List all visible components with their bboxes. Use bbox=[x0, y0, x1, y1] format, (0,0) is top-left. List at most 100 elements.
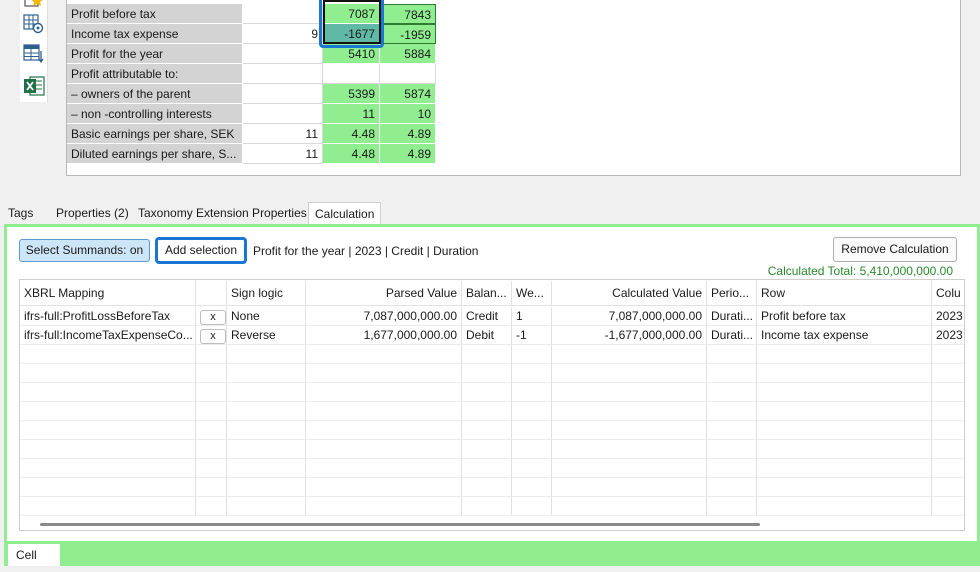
value-2023[interactable]: 11 bbox=[323, 104, 380, 124]
value-2023[interactable]: 4.48 bbox=[323, 124, 380, 144]
empty-cell bbox=[512, 440, 552, 459]
empty-cell bbox=[306, 345, 462, 364]
empty-cell bbox=[306, 421, 462, 440]
empty-cell bbox=[757, 459, 932, 478]
row-note[interactable]: 11 bbox=[243, 124, 323, 144]
value-2022[interactable]: 10 bbox=[380, 104, 436, 124]
value-2022[interactable] bbox=[380, 64, 436, 84]
value-2023[interactable]: 5410 bbox=[323, 44, 380, 64]
period-cell[interactable]: Durati... bbox=[707, 326, 757, 345]
column-header[interactable]: Sign logic bbox=[227, 281, 306, 306]
excel-icon[interactable] bbox=[23, 75, 45, 97]
value-2023[interactable]: 7087 bbox=[323, 4, 380, 24]
tab-properties[interactable]: Properties (2) bbox=[50, 202, 135, 226]
empty-cell bbox=[462, 345, 512, 364]
value-2023[interactable]: -1677 bbox=[323, 24, 380, 44]
table-sort-icon[interactable] bbox=[23, 43, 45, 65]
sheet-row[interactable]: Profit before tax 7087 7843 bbox=[67, 4, 437, 24]
remove-row-button[interactable]: x bbox=[200, 329, 226, 344]
value-2022[interactable]: 5874 bbox=[380, 84, 436, 104]
sheet-row[interactable]: Profit for the year 5410 5884 bbox=[67, 44, 437, 64]
column-header[interactable]: XBRL Mapping bbox=[20, 281, 196, 306]
row-note[interactable] bbox=[243, 44, 323, 64]
sheet-row[interactable]: Basic earnings per share, SEK 11 4.48 4.… bbox=[67, 124, 437, 144]
parsed-value-cell[interactable]: 1,677,000,000.00 bbox=[306, 326, 462, 345]
sign-logic-cell[interactable]: Reverse bbox=[227, 326, 306, 345]
column-header[interactable]: Balan... bbox=[462, 281, 512, 306]
sheet-row[interactable]: Diluted earnings per share, S... 11 4.48… bbox=[67, 144, 437, 164]
calculated-value-cell[interactable]: -1,677,000,000.00 bbox=[552, 326, 707, 345]
remove-row-button[interactable]: x bbox=[200, 310, 226, 325]
xbrl-mapping-cell[interactable]: ifrs-full:ProfitLossBeforeTax bbox=[20, 307, 196, 326]
empty-cell bbox=[196, 459, 227, 478]
calculation-description: Profit for the year | 2023 | Credit | Du… bbox=[253, 244, 479, 258]
horizontal-scrollbar[interactable] bbox=[40, 523, 760, 526]
table-settings-icon[interactable] bbox=[23, 13, 45, 35]
column-header[interactable]: Parsed Value bbox=[306, 281, 462, 306]
value-2022[interactable]: 5884 bbox=[380, 44, 436, 64]
empty-cell bbox=[462, 440, 512, 459]
tab-calculation[interactable]: Calculation bbox=[308, 202, 382, 226]
row-cell[interactable]: Income tax expense bbox=[757, 326, 932, 345]
row-cell[interactable]: Profit before tax bbox=[757, 307, 932, 326]
sheet-area: Profit before tax 7087 7843 Income tax e… bbox=[0, 0, 980, 192]
weight-cell[interactable]: 1 bbox=[512, 307, 552, 326]
xbrl-mapping-cell[interactable]: ifrs-full:IncomeTaxExpenseCo... bbox=[20, 326, 196, 345]
tab-taxonomy-extension[interactable]: Taxonomy Extension Properties bbox=[132, 202, 313, 226]
add-selection-button[interactable]: Add selection bbox=[155, 237, 247, 264]
empty-cell bbox=[707, 421, 757, 440]
weight-cell[interactable]: -1 bbox=[512, 326, 552, 345]
period-cell[interactable]: Durati... bbox=[707, 307, 757, 326]
value-2022[interactable]: 7843 bbox=[380, 4, 436, 24]
table-row[interactable]: ifrs-full:ProfitLossBeforeTax x None 7,0… bbox=[20, 307, 964, 326]
sheet-row[interactable]: – owners of the parent 5399 5874 bbox=[67, 84, 437, 104]
column-cell[interactable]: 2023 bbox=[932, 307, 964, 326]
value-2023[interactable] bbox=[323, 64, 380, 84]
value-2023[interactable]: 5399 bbox=[323, 84, 380, 104]
tab-cell[interactable]: Cell bbox=[8, 544, 60, 566]
balance-cell[interactable]: Credit bbox=[462, 307, 512, 326]
empty-row bbox=[20, 459, 964, 478]
column-header[interactable]: Colu bbox=[932, 281, 964, 306]
tab-tags[interactable]: Tags bbox=[2, 202, 39, 226]
column-header[interactable]: Calculated Value bbox=[552, 281, 707, 306]
header-strip bbox=[323, 0, 380, 1]
parsed-value-cell[interactable]: 7,087,000,000.00 bbox=[306, 307, 462, 326]
empty-cell bbox=[227, 421, 306, 440]
balance-cell[interactable]: Debit bbox=[462, 326, 512, 345]
sheet-row[interactable]: Profit attributable to: bbox=[67, 64, 437, 84]
empty-cell bbox=[757, 364, 932, 383]
sheet-row[interactable]: Income tax expense 9 -1677 -1959 bbox=[67, 24, 437, 44]
select-summands-toggle[interactable]: Select Summands: on bbox=[19, 239, 150, 262]
column-header[interactable] bbox=[196, 281, 227, 306]
row-note[interactable] bbox=[243, 64, 323, 84]
empty-cell bbox=[932, 345, 964, 364]
calculated-value-cell[interactable]: 7,087,000,000.00 bbox=[552, 307, 707, 326]
row-note[interactable] bbox=[243, 84, 323, 104]
empty-cell bbox=[227, 383, 306, 402]
empty-cell bbox=[707, 459, 757, 478]
empty-cell bbox=[196, 421, 227, 440]
column-cell[interactable]: 2023 bbox=[932, 326, 964, 345]
row-note[interactable] bbox=[243, 4, 323, 24]
empty-cell bbox=[707, 364, 757, 383]
spreadsheet[interactable]: Profit before tax 7087 7843 Income tax e… bbox=[66, 0, 961, 176]
calculation-grid[interactable]: XBRL Mapping Sign logic Parsed Value Bal… bbox=[19, 279, 965, 531]
empty-cell bbox=[306, 478, 462, 497]
value-2022[interactable]: 4.89 bbox=[380, 124, 436, 144]
row-note[interactable]: 11 bbox=[243, 144, 323, 164]
column-header[interactable]: We... bbox=[512, 281, 552, 306]
column-header[interactable]: Row bbox=[757, 281, 932, 306]
row-note[interactable]: 9 bbox=[243, 24, 323, 44]
sheet-row[interactable]: – non -controlling interests 11 10 bbox=[67, 104, 437, 124]
column-header[interactable]: Perio... bbox=[707, 281, 757, 306]
empty-cell bbox=[306, 459, 462, 478]
remove-calculation-button[interactable]: Remove Calculation bbox=[833, 237, 957, 262]
value-2022[interactable]: 4.89 bbox=[380, 144, 436, 164]
value-2022[interactable]: -1959 bbox=[380, 24, 436, 44]
table-row[interactable]: ifrs-full:IncomeTaxExpenseCo... x Revers… bbox=[20, 326, 964, 345]
empty-cell bbox=[227, 402, 306, 421]
sign-logic-cell[interactable]: None bbox=[227, 307, 306, 326]
row-note[interactable] bbox=[243, 104, 323, 124]
value-2023[interactable]: 4.48 bbox=[323, 144, 380, 164]
